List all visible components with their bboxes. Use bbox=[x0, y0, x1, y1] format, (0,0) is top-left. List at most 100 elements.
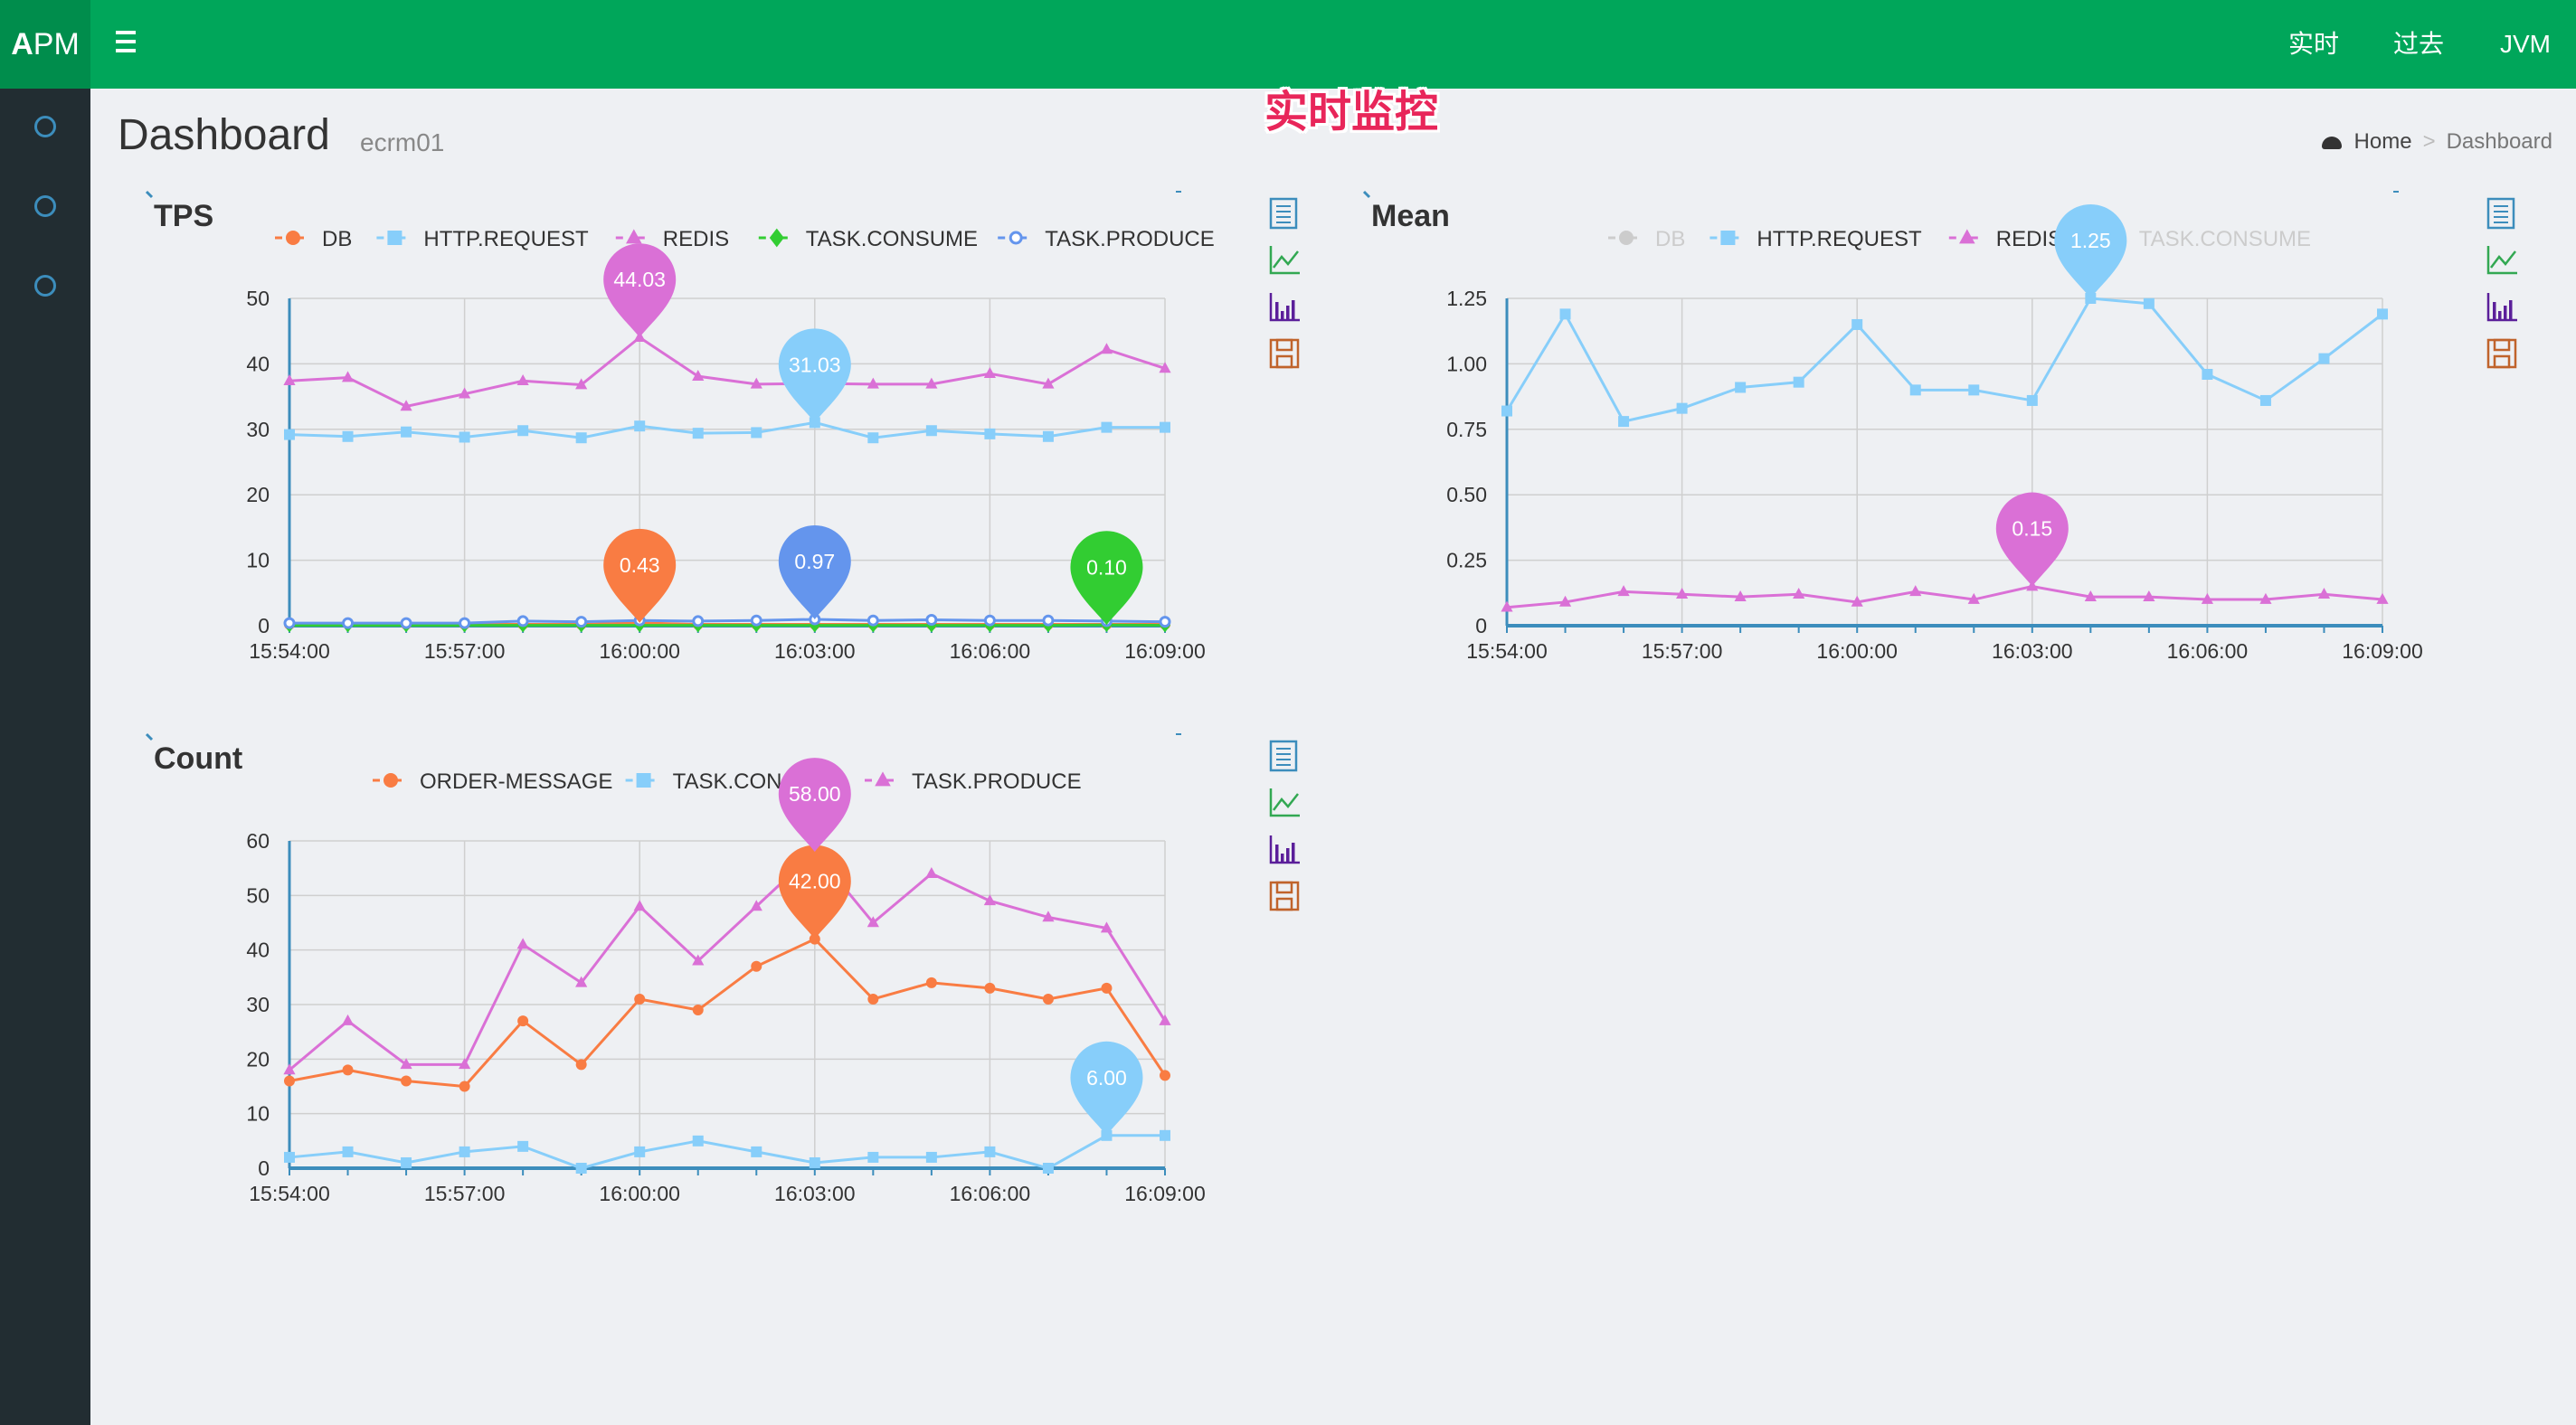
series-line bbox=[289, 420, 1165, 439]
legend-item-task-produce[interactable]: TASK.PRODUCE bbox=[998, 227, 1215, 251]
data-point bbox=[1101, 982, 1113, 994]
data-point bbox=[401, 426, 412, 438]
data-point bbox=[1042, 1163, 1054, 1174]
toolbox bbox=[2486, 197, 2517, 369]
bar-chart-icon[interactable] bbox=[2486, 293, 2517, 322]
max-marker-value: 31.03 bbox=[789, 353, 841, 376]
data-point bbox=[1618, 416, 1630, 428]
legend-item-http-request[interactable]: HTTP.REQUEST bbox=[376, 227, 589, 251]
data-view-icon[interactable] bbox=[1269, 197, 1298, 230]
legend-label: REDIS bbox=[1996, 227, 2062, 251]
data-point bbox=[1042, 614, 1055, 627]
bar-chart-icon[interactable] bbox=[1269, 293, 1300, 322]
data-point bbox=[1735, 382, 1747, 393]
max-marker-value: 0.97 bbox=[794, 550, 835, 573]
nav-jvm[interactable]: JVM bbox=[2500, 0, 2551, 89]
y-tick-label: 0.50 bbox=[1446, 483, 1487, 506]
legend-symbol bbox=[626, 229, 642, 244]
x-tick-label: 15:57:00 bbox=[1642, 639, 1723, 663]
x-tick-label: 16:03:00 bbox=[774, 1182, 856, 1205]
data-point bbox=[809, 1156, 820, 1168]
legend: ORDER-MESSAGE TASK.CONSUME TASK.PRODUCE bbox=[373, 769, 1082, 794]
x-tick-label: 16:06:00 bbox=[2167, 639, 2249, 663]
axis bbox=[1269, 835, 1300, 864]
data-point bbox=[751, 960, 762, 972]
data-point bbox=[1160, 1129, 1170, 1141]
legend-symbol bbox=[636, 773, 651, 788]
data-point bbox=[634, 1146, 646, 1157]
data-point bbox=[925, 977, 937, 988]
data-view-icon[interactable] bbox=[1269, 740, 1298, 772]
bar bbox=[2493, 302, 2496, 320]
data-point bbox=[1909, 384, 1921, 396]
y-tick-label: 10 bbox=[246, 1102, 270, 1126]
data-point bbox=[459, 1146, 470, 1157]
legend-item-redis[interactable]: REDIS bbox=[1948, 227, 2062, 251]
data-point bbox=[575, 1163, 587, 1174]
legend-symbol bbox=[384, 773, 398, 788]
sidebar-toggle-button[interactable] bbox=[112, 27, 139, 60]
legend-item-task-produce[interactable]: TASK.PRODUCE bbox=[865, 769, 1082, 794]
toolbox bbox=[1269, 740, 1300, 911]
data-point bbox=[517, 425, 529, 437]
y-tick-label: 20 bbox=[246, 1047, 270, 1071]
data-point bbox=[517, 1015, 529, 1027]
nav-realtime[interactable]: 实时 bbox=[2288, 0, 2339, 89]
legend-label: TASK.CONSUME bbox=[2139, 227, 2311, 251]
data-point bbox=[750, 614, 762, 627]
doc-outline bbox=[1269, 740, 1298, 772]
legend-item-order-message[interactable]: ORDER-MESSAGE bbox=[373, 769, 612, 794]
bar bbox=[1292, 843, 1295, 863]
disk-label bbox=[1275, 897, 1293, 911]
series-line bbox=[289, 618, 1166, 625]
data-point bbox=[751, 1146, 762, 1157]
data-point bbox=[925, 613, 938, 626]
corner-mark bbox=[1362, 190, 1371, 199]
data-point bbox=[575, 432, 587, 444]
data-point bbox=[284, 429, 295, 440]
nav-history[interactable]: 过去 bbox=[2393, 0, 2444, 89]
legend-item-task-consume[interactable]: TASK.CONSUME bbox=[758, 227, 978, 251]
legend-item-db[interactable]: DB bbox=[275, 227, 352, 251]
bar bbox=[1275, 302, 1279, 320]
data-point bbox=[984, 1146, 996, 1157]
data-point bbox=[1160, 1070, 1170, 1081]
data-point bbox=[1559, 308, 1571, 320]
line-chart-icon[interactable] bbox=[1269, 246, 1300, 275]
max-marker-value: 42.00 bbox=[789, 870, 841, 893]
bar bbox=[2509, 300, 2513, 320]
data-point bbox=[459, 431, 470, 443]
sidebar-item-circle-icon[interactable] bbox=[34, 195, 56, 217]
sidebar-item-circle-icon[interactable] bbox=[34, 275, 56, 297]
disk-outline bbox=[1269, 881, 1300, 911]
breadcrumb-home-link[interactable]: Home bbox=[2354, 129, 2412, 154]
chart-title: TPS bbox=[154, 199, 213, 233]
line-chart-icon[interactable] bbox=[1269, 788, 1300, 817]
bar bbox=[1286, 306, 1290, 320]
chart-title: Count bbox=[154, 741, 242, 776]
max-marker-value: 1.25 bbox=[2070, 229, 2111, 252]
save-image-icon[interactable] bbox=[2486, 338, 2517, 369]
bar bbox=[1286, 848, 1290, 863]
save-image-icon[interactable] bbox=[1269, 881, 1300, 911]
legend-item-db[interactable]: DB bbox=[1608, 227, 1685, 251]
bar bbox=[2504, 306, 2507, 320]
dashboard-icon bbox=[2321, 136, 2342, 149]
data-point bbox=[925, 867, 938, 878]
data-point bbox=[401, 1075, 412, 1087]
y-tick-label: 30 bbox=[246, 993, 270, 1016]
grid bbox=[289, 297, 1166, 626]
toolbox bbox=[1269, 197, 1300, 369]
axis bbox=[2486, 293, 2517, 322]
legend-label: ORDER-MESSAGE bbox=[420, 769, 612, 794]
legend-item-http-request[interactable]: HTTP.REQUEST bbox=[1709, 227, 1922, 251]
sidebar-item-circle-icon[interactable] bbox=[34, 116, 56, 137]
bar-chart-icon[interactable] bbox=[1269, 835, 1300, 864]
data-view-icon[interactable] bbox=[2486, 197, 2515, 230]
app-logo[interactable]: APM bbox=[0, 0, 90, 89]
save-image-icon[interactable] bbox=[1269, 338, 1300, 369]
line-chart-icon[interactable] bbox=[2486, 246, 2517, 275]
y-tick-label: 10 bbox=[246, 549, 270, 572]
series-line bbox=[289, 849, 1167, 1071]
data-point bbox=[634, 420, 646, 432]
